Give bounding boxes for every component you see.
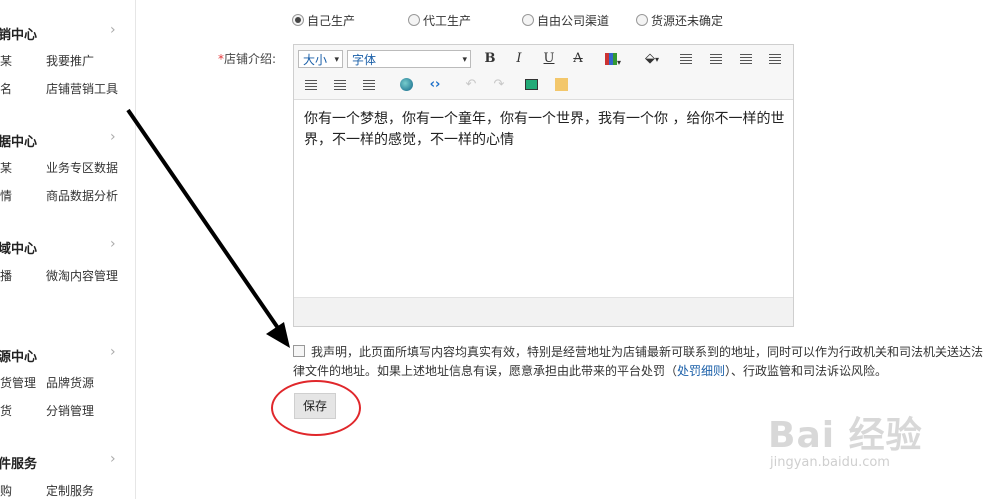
- annotation-circle: [271, 380, 361, 436]
- editor-resize-bar[interactable]: [294, 297, 793, 326]
- radio-self-produce[interactable]: 自己生产: [292, 12, 355, 29]
- chevron-right-icon[interactable]: ›: [110, 236, 116, 252]
- radio-icon[interactable]: [636, 14, 648, 26]
- numbered-list-icon[interactable]: [302, 76, 320, 94]
- radio-label: 自己生产: [307, 14, 356, 28]
- sidebar-link[interactable]: 业务专区数据: [46, 159, 118, 176]
- sidebar-link[interactable]: 商品数据分析: [46, 187, 118, 204]
- flash-icon[interactable]: [552, 76, 570, 94]
- align-right-icon[interactable]: [737, 50, 755, 68]
- bullet-list-icon[interactable]: [766, 50, 784, 68]
- redo-icon[interactable]: ↷: [490, 76, 508, 94]
- radio-label: 自由公司渠道: [537, 14, 610, 28]
- sidebar-link[interactable]: 货管理: [0, 374, 36, 391]
- chevron-right-icon[interactable]: ›: [110, 129, 116, 145]
- sidebar-link[interactable]: 品牌货源: [46, 374, 94, 391]
- sidebar-section-title: 销中心: [0, 28, 38, 43]
- radio-label: 货源还未确定: [651, 14, 724, 28]
- fill-color-icon[interactable]: ⬙▾: [639, 50, 665, 68]
- image-icon[interactable]: [522, 76, 540, 94]
- watermark-url: jingyan.baidu.com: [770, 455, 890, 470]
- editor-content[interactable]: 你有一个梦想，你有一个童年，你有一个世界，我有一个你 ，给你不一样的世界，不一样…: [304, 109, 788, 151]
- caret-down-icon: ▾: [334, 55, 339, 65]
- radio-icon[interactable]: [522, 14, 534, 26]
- table-icon[interactable]: ▾: [600, 50, 626, 68]
- radio-selected-icon[interactable]: [292, 14, 304, 26]
- chevron-right-icon[interactable]: ›: [110, 451, 116, 467]
- shop-intro-label-text: 店铺介绍:: [224, 52, 277, 66]
- sidebar: 销中心 › 某 我要推广 名 店铺营销工具 据中心 › 某 业务专区数据 情 商…: [0, 0, 136, 499]
- shop-intro-label: *店铺介绍:: [218, 50, 276, 67]
- bold-icon[interactable]: B: [481, 50, 499, 68]
- font-size-select[interactable]: 大小 ▾: [298, 50, 343, 68]
- radio-label: 代工生产: [423, 14, 472, 28]
- editor-toolbar: 大小 ▾ 字体 ▾ B I U A ▾ ⬙▾ ‹› ↶ ↷: [294, 45, 793, 100]
- font-family-select[interactable]: 字体 ▾: [347, 50, 471, 68]
- sidebar-link[interactable]: 播: [0, 267, 12, 284]
- align-center-icon[interactable]: [707, 50, 725, 68]
- sidebar-section-title: 源中心: [0, 350, 38, 365]
- chevron-right-icon[interactable]: ›: [110, 22, 116, 38]
- font-size-value: 大小: [303, 53, 328, 67]
- outdent-icon[interactable]: [331, 76, 349, 94]
- sidebar-section-title: 件服务: [0, 457, 38, 472]
- sidebar-link[interactable]: 情: [0, 187, 12, 204]
- penalty-rules-link[interactable]: 处罚细则: [677, 364, 725, 378]
- sidebar-link[interactable]: 我要推广: [46, 52, 94, 69]
- baidu-jingyan-watermark: Bai 经验: [768, 415, 923, 456]
- radio-oem[interactable]: 代工生产: [408, 12, 471, 29]
- italic-icon[interactable]: I: [510, 50, 528, 68]
- indent-icon[interactable]: [360, 76, 378, 94]
- declaration-text-end: ）、行政监管和司法诉讼风险。: [725, 364, 888, 378]
- declaration-checkbox[interactable]: [293, 345, 305, 357]
- sidebar-link[interactable]: 某: [0, 52, 12, 69]
- undo-icon[interactable]: ↶: [462, 76, 480, 94]
- rich-text-editor: 大小 ▾ 字体 ▾ B I U A ▾ ⬙▾ ‹› ↶ ↷ 你有一个梦想，你有一个童…: [293, 44, 794, 327]
- sidebar-link[interactable]: 定制服务: [46, 482, 94, 499]
- strikethrough-icon[interactable]: A: [569, 50, 587, 68]
- radio-icon[interactable]: [408, 14, 420, 26]
- sidebar-section-title: 域中心: [0, 242, 38, 257]
- code-icon[interactable]: ‹›: [426, 76, 444, 94]
- align-left-icon[interactable]: [677, 50, 695, 68]
- sidebar-section-title: 据中心: [0, 135, 38, 150]
- font-family-value: 字体: [352, 53, 377, 67]
- sidebar-link[interactable]: 店铺营销工具: [46, 80, 118, 97]
- chevron-right-icon[interactable]: ›: [110, 344, 116, 360]
- sidebar-link[interactable]: 微淘内容管理: [46, 267, 118, 284]
- underline-icon[interactable]: U: [540, 50, 558, 68]
- radio-own-channel[interactable]: 自由公司渠道: [522, 12, 609, 29]
- sidebar-link[interactable]: 货: [0, 402, 12, 419]
- sidebar-link[interactable]: 某: [0, 159, 12, 176]
- caret-down-icon: ▾: [462, 55, 467, 65]
- globe-link-icon[interactable]: [397, 76, 415, 94]
- radio-undetermined[interactable]: 货源还未确定: [636, 12, 723, 29]
- declaration: 我声明，此页面所填写内容均真实有效，特别是经营地址为店铺最新可联系到的地址，同时…: [293, 343, 988, 381]
- sidebar-link[interactable]: 名: [0, 80, 12, 97]
- sidebar-link[interactable]: 分销管理: [46, 402, 94, 419]
- sidebar-link[interactable]: 购: [0, 482, 12, 499]
